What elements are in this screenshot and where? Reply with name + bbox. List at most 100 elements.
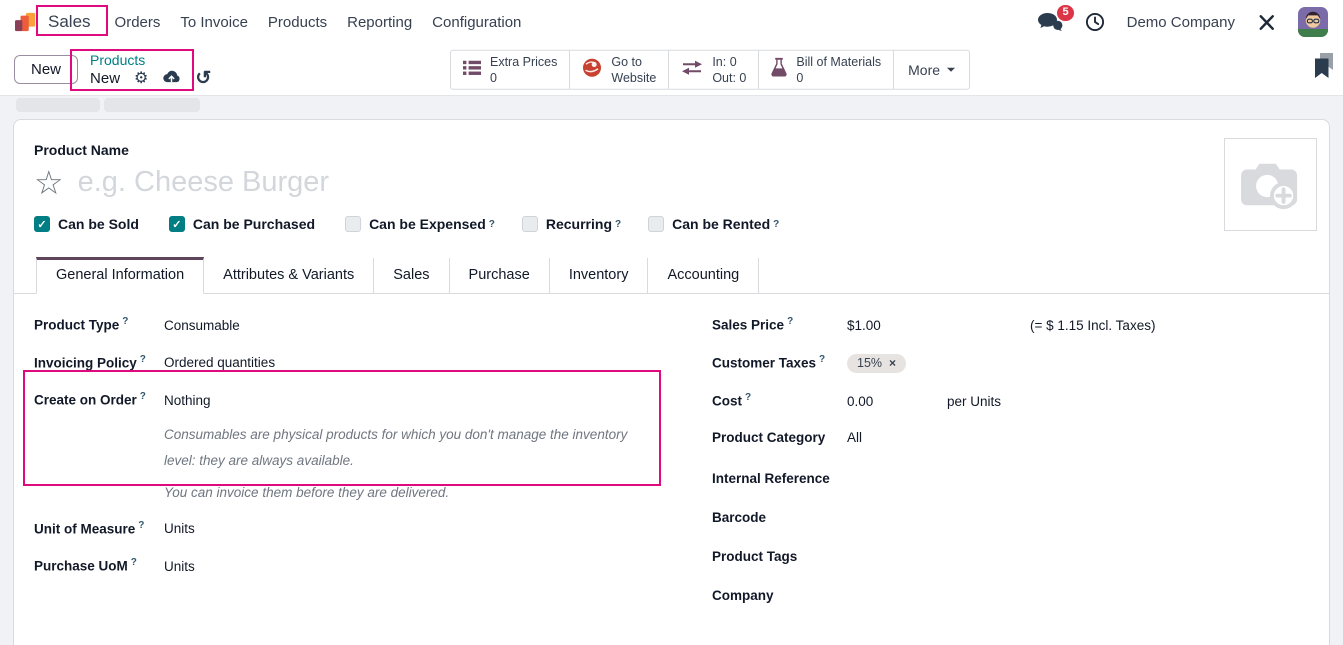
product-category-value[interactable]: All bbox=[847, 430, 862, 447]
nav-item-orders[interactable]: Orders bbox=[105, 14, 171, 31]
favorite-star-icon[interactable]: ☆ bbox=[34, 166, 64, 199]
tab-inventory[interactable]: Inventory bbox=[550, 258, 649, 293]
tab-attributes-variants[interactable]: Attributes & Variants bbox=[204, 258, 374, 293]
checkbox-box[interactable] bbox=[169, 216, 185, 232]
flask-icon bbox=[771, 58, 787, 81]
checkbox-can-be-rented[interactable]: Can be Rented? bbox=[648, 216, 779, 232]
nav-item-configuration[interactable]: Configuration bbox=[422, 14, 531, 31]
taxes-included-hint: (= $ 1.15 Incl. Taxes) bbox=[1030, 318, 1155, 333]
product-tags-input[interactable] bbox=[847, 544, 1309, 561]
product-name-input[interactable] bbox=[78, 166, 718, 199]
navbar-right-cluster: 5 Demo Company bbox=[1037, 7, 1328, 37]
product-type-value[interactable]: Consumable bbox=[164, 318, 240, 335]
nav-item-products[interactable]: Products bbox=[258, 14, 337, 31]
form-left-column: Product Type? Consumable Invoicing Polic… bbox=[34, 316, 682, 622]
smart-button-label: Bill of Materials bbox=[796, 53, 881, 69]
tab-accounting[interactable]: Accounting bbox=[648, 258, 759, 293]
camera-plus-icon bbox=[1239, 157, 1303, 213]
field-invoicing-policy: Invoicing Policy? Ordered quantities bbox=[34, 354, 682, 373]
field-company: Company bbox=[712, 583, 1309, 603]
field-purchase-uom: Purchase UoM? Units bbox=[34, 557, 682, 576]
more-button-label: More bbox=[908, 60, 940, 78]
internal-reference-input[interactable] bbox=[847, 466, 1309, 483]
field-barcode: Barcode bbox=[712, 505, 1309, 525]
purchase-uom-value[interactable]: Units bbox=[164, 559, 195, 576]
field-label: Internal Reference bbox=[712, 471, 847, 486]
remove-tag-icon[interactable]: × bbox=[889, 356, 896, 370]
debug-tools-icon[interactable] bbox=[1257, 13, 1276, 32]
barcode-input[interactable] bbox=[847, 505, 1309, 522]
checkbox-box[interactable] bbox=[522, 216, 538, 232]
breadcrumb-products-link[interactable]: Products bbox=[90, 51, 211, 69]
help-icon: ? bbox=[122, 316, 128, 327]
cost-uom-suffix: per Units bbox=[947, 394, 1001, 409]
checkbox-can-be-sold[interactable]: Can be Sold bbox=[34, 216, 142, 232]
extra-prices-button[interactable]: Extra Prices 0 bbox=[451, 50, 570, 89]
help-icon: ? bbox=[787, 316, 793, 327]
field-label: Cost bbox=[712, 394, 742, 409]
company-input[interactable] bbox=[847, 583, 1309, 600]
checkbox-box[interactable] bbox=[345, 216, 361, 232]
app-logo-icon[interactable] bbox=[15, 11, 37, 33]
in-out-button[interactable]: In: 0 Out: 0 bbox=[669, 50, 759, 89]
control-panel: New Products New ⚙ ↺ bbox=[0, 44, 1343, 95]
cloud-save-icon[interactable] bbox=[162, 70, 181, 87]
more-button[interactable]: More bbox=[894, 50, 969, 89]
field-label: Sales Price bbox=[712, 318, 784, 333]
help-icon: ? bbox=[773, 219, 779, 230]
smart-button-value: 0 bbox=[796, 70, 881, 86]
checkbox-box[interactable] bbox=[34, 216, 50, 232]
field-label: Invoicing Policy bbox=[34, 355, 137, 370]
checkbox-recurring[interactable]: Recurring? bbox=[522, 216, 621, 232]
messages-icon[interactable]: 5 bbox=[1037, 12, 1063, 32]
globe-icon bbox=[582, 57, 602, 81]
field-label: Company bbox=[712, 588, 847, 603]
field-create-on-order: Create on Order? Nothing Consumables are… bbox=[34, 391, 682, 506]
go-to-website-button[interactable]: Go to Website bbox=[570, 50, 669, 89]
product-image-upload[interactable] bbox=[1224, 138, 1317, 231]
nav-item-to-invoice[interactable]: To Invoice bbox=[170, 14, 258, 31]
discard-undo-icon[interactable]: ↺ bbox=[195, 69, 211, 88]
tax-tag-label: 15% bbox=[857, 356, 882, 370]
smart-button-value: In: 0 bbox=[712, 53, 746, 69]
smart-button-label: Go to bbox=[611, 53, 656, 69]
field-label: Purchase UoM bbox=[34, 559, 128, 574]
new-button[interactable]: New bbox=[14, 55, 78, 84]
bookmark-icon[interactable] bbox=[1313, 53, 1335, 85]
checkbox-label: Recurring bbox=[546, 216, 612, 232]
smart-buttons-bar: Extra Prices 0 Go to Website bbox=[450, 49, 970, 90]
tab-general-information[interactable]: General Information bbox=[36, 257, 204, 294]
field-label: Product Type bbox=[34, 318, 119, 333]
status-bar-placeholder bbox=[104, 98, 200, 112]
customer-tax-tag[interactable]: 15% × bbox=[847, 354, 906, 373]
nav-item-reporting[interactable]: Reporting bbox=[337, 14, 422, 31]
checkbox-label: Can be Rented bbox=[672, 216, 770, 232]
company-switcher[interactable]: Demo Company bbox=[1127, 14, 1235, 31]
help-icon: ? bbox=[819, 354, 825, 365]
breadcrumb: Products New ⚙ ↺ bbox=[90, 51, 211, 89]
checkbox-can-be-purchased[interactable]: Can be Purchased bbox=[169, 216, 318, 232]
consumable-help-text: Consumables are physical products for wh… bbox=[164, 422, 642, 474]
chevron-down-icon bbox=[947, 68, 955, 76]
help-icon: ? bbox=[489, 219, 495, 230]
checkbox-label: Can be Sold bbox=[58, 216, 139, 232]
uom-value[interactable]: Units bbox=[164, 521, 195, 538]
field-label: Product Tags bbox=[712, 549, 847, 564]
app-menu-toggle[interactable]: Sales bbox=[48, 12, 91, 32]
user-avatar[interactable] bbox=[1298, 7, 1328, 37]
checkbox-can-be-expensed[interactable]: Can be Expensed? bbox=[345, 216, 495, 232]
tab-purchase[interactable]: Purchase bbox=[450, 258, 550, 293]
sales-price-value[interactable]: $1.00 bbox=[847, 318, 1030, 335]
gear-icon[interactable]: ⚙ bbox=[134, 71, 148, 87]
invoicing-policy-value[interactable]: Ordered quantities bbox=[164, 355, 275, 372]
help-icon: ? bbox=[140, 391, 146, 402]
checkbox-box[interactable] bbox=[648, 216, 664, 232]
cost-value[interactable]: 0.00 bbox=[847, 394, 947, 411]
tab-sales[interactable]: Sales bbox=[374, 258, 449, 293]
breadcrumb-current: New bbox=[90, 69, 120, 89]
create-on-order-value[interactable]: Nothing bbox=[164, 393, 642, 410]
bill-of-materials-button[interactable]: Bill of Materials 0 bbox=[759, 50, 894, 89]
field-sales-price: Sales Price? $1.00 (= $ 1.15 Incl. Taxes… bbox=[712, 316, 1309, 335]
activities-clock-icon[interactable] bbox=[1085, 12, 1105, 32]
field-customer-taxes: Customer Taxes? 15% × bbox=[712, 354, 1309, 374]
